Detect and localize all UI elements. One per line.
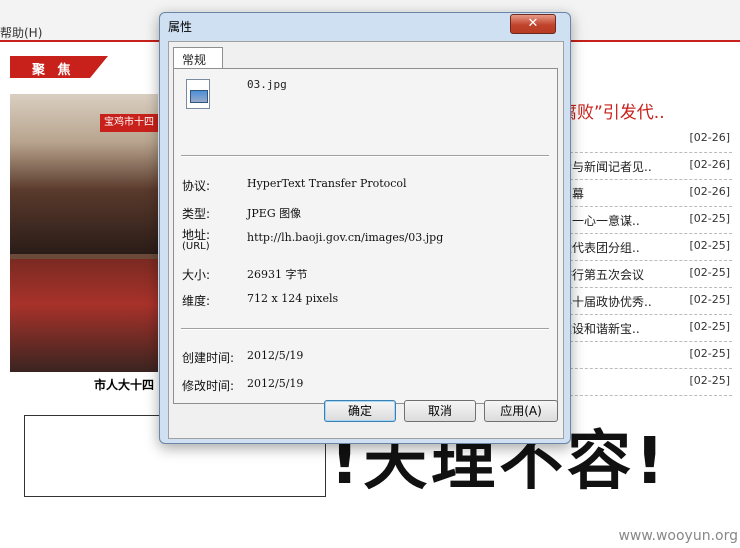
list-item[interactable]: [02-26] — [560, 126, 732, 153]
modified-label: 修改时间: — [182, 379, 235, 393]
dimensions-value: 712 x 124 pixels — [247, 292, 339, 305]
divider — [181, 155, 549, 157]
size-value: 26931 字节 — [247, 268, 308, 281]
focus-label: 聚 焦 — [32, 63, 75, 78]
dialog-titlebar[interactable]: 属性 ✕ — [160, 13, 570, 39]
photo-caption[interactable]: 市人大十四 — [94, 376, 154, 393]
tab-general[interactable]: 常规 — [173, 47, 223, 70]
close-icon: ✕ — [527, 16, 539, 31]
list-item[interactable]: ：一心一意谋.. [02-25] — [560, 207, 732, 234]
list-item[interactable]: [02-25] — [560, 342, 732, 369]
help-menu[interactable]: 帮助(H) — [0, 24, 42, 41]
dialog-body: 常规 03.jpg 协议: HyperText Transfer Protoco… — [168, 41, 564, 439]
watermark: www.wooyun.org — [618, 528, 738, 544]
list-item[interactable]: 会与新闻记者见.. [02-26] — [560, 153, 732, 180]
general-panel: 03.jpg 协议: HyperText Transfer Protocol 类… — [173, 68, 558, 404]
protocol-label: 协议: — [182, 179, 211, 193]
news-list: [02-26] 会与新闻记者见.. [02-26] 闭幕 [02-26] ：一心一意… — [560, 126, 732, 396]
news-photo[interactable]: 宝鸡市十四 — [10, 94, 158, 372]
address-value[interactable]: http://lh.baoji.gov.cn/images/03.jpg — [247, 231, 443, 244]
protocol-value: HyperText Transfer Protocol — [247, 177, 407, 190]
headline-link[interactable]: 腐败”引发代.. — [560, 98, 665, 123]
photo-meeting-bottom — [10, 259, 158, 372]
created-label: 创建时间: — [182, 351, 235, 365]
list-item[interactable]: 闭幕 [02-26] — [560, 180, 732, 207]
close-button[interactable]: ✕ — [510, 14, 556, 34]
focus-section-tab: 聚 焦 — [10, 56, 108, 78]
list-item[interactable]: 举行第五次会议 [02-25] — [560, 261, 732, 288]
photo-banner: 宝鸡市十四 — [100, 114, 158, 132]
image-file-icon — [186, 79, 210, 109]
address-label: 地址: (URL) — [182, 228, 211, 252]
list-item[interactable]: 建设和谐新宝.. [02-25] — [560, 315, 732, 342]
list-item[interactable]: [02-25] — [560, 369, 732, 396]
type-value: JPEG 图像 — [247, 207, 302, 220]
created-value: 2012/5/19 — [247, 349, 304, 362]
cancel-button[interactable]: 取消 — [404, 400, 476, 422]
apply-button[interactable]: 应用(A) — [484, 400, 558, 422]
modified-value: 2012/5/19 — [247, 377, 304, 390]
divider — [181, 328, 549, 330]
type-label: 类型: — [182, 207, 211, 221]
list-item[interactable]: 彰十届政协优秀.. [02-25] — [560, 288, 732, 315]
ok-button[interactable]: 确定 — [324, 400, 396, 422]
list-item[interactable]: 大代表团分组.. [02-25] — [560, 234, 732, 261]
file-name: 03.jpg — [247, 78, 287, 91]
dialog-title: 属性 — [168, 20, 193, 34]
size-label: 大小: — [182, 268, 211, 282]
dimensions-label: 维度: — [182, 294, 211, 308]
properties-dialog: 属性 ✕ 常规 03.jpg 协议: HyperText Transfer Pr… — [159, 12, 571, 444]
